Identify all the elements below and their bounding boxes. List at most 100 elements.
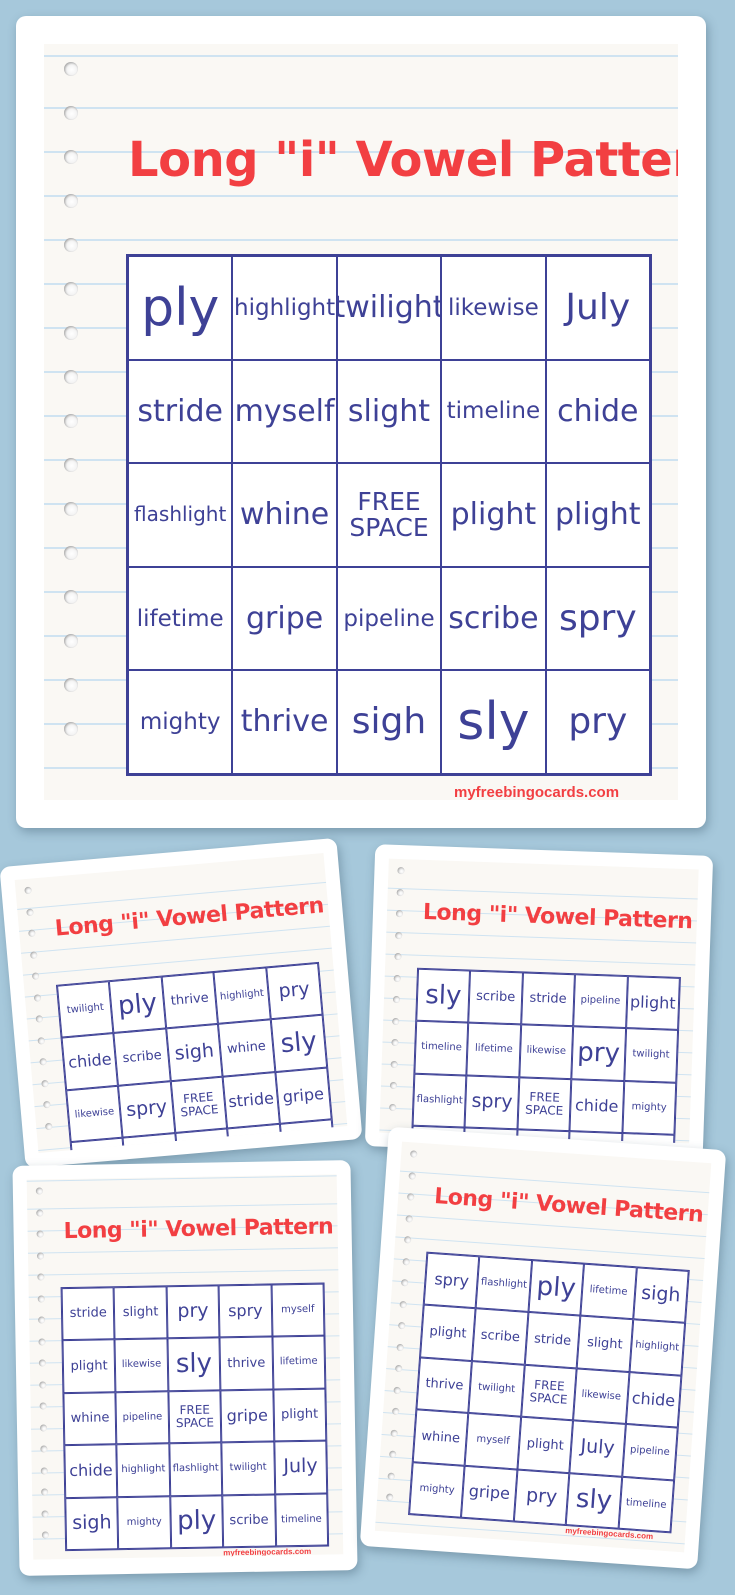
binder-hole-icon — [39, 1402, 47, 1410]
bingo-cell: whine — [218, 1019, 275, 1077]
binder-hole-icon — [39, 1057, 47, 1066]
binder-hole-icon — [390, 1060, 398, 1068]
binder-hole-icon — [393, 974, 401, 982]
binder-hole-icon — [64, 194, 78, 208]
bingo-cell: highlight — [232, 256, 337, 360]
bingo-cell: slight — [336, 359, 442, 464]
bingo-cell: flashlight — [412, 1073, 467, 1128]
bingo-cell: chide — [545, 359, 650, 464]
bingo-cell: likewise — [66, 1085, 123, 1143]
lined-paper: Long "i" Vowel Pattern twilight ply thrive… — [14, 853, 348, 1153]
bingo-cell: spry — [423, 1252, 480, 1309]
bingo-cell: ply — [528, 1260, 585, 1316]
bingo-cell: flashlight — [475, 1256, 532, 1313]
bingo-cell: pipeline — [115, 1391, 170, 1445]
free-space-cell: FREE SPACE — [170, 1076, 228, 1134]
binder-hole-icon — [64, 502, 78, 516]
bingo-cell: likewise — [114, 1338, 169, 1393]
binder-hole-icon — [392, 995, 401, 1004]
bingo-cell: stride — [61, 1287, 115, 1341]
binder-hole-icon — [37, 1273, 45, 1281]
binder-hole-icon — [400, 1278, 409, 1287]
binder-hole-icon — [408, 1171, 416, 1180]
binder-hole-icon — [393, 1386, 401, 1394]
bingo-cell: twilight — [623, 1028, 679, 1083]
bingo-cell: sly — [416, 968, 471, 1023]
lined-paper: Long "i" Vowel Pattern ply highlight twili… — [44, 44, 678, 800]
bingo-cell: spry — [118, 1081, 176, 1138]
bingo-cell: timeline — [227, 1124, 285, 1153]
binder-hole-icon — [36, 1208, 44, 1217]
binder-hole-icon — [409, 1150, 418, 1158]
binder-hole-icon — [39, 1423, 48, 1432]
bingo-cell: July — [273, 1440, 328, 1495]
binder-hole-icon — [399, 1300, 407, 1308]
preview-card-2[interactable]: Long "i" Vowel Pattern sly scribe stride pi… — [364, 844, 714, 1158]
bingo-cell: ply — [170, 1494, 224, 1549]
bingo-cell: ply — [109, 976, 166, 1034]
binder-hole-icon — [395, 909, 404, 918]
bingo-cell: scribe — [468, 970, 523, 1025]
bingo-cell: timeline — [414, 1021, 469, 1076]
binder-hole-icon — [392, 1017, 400, 1025]
bingo-cell: twilight — [336, 256, 442, 360]
binder-hole-icon — [41, 1509, 49, 1518]
preview-card-4[interactable]: Long "i" Vowel Pattern spry flashlight ply… — [359, 1126, 727, 1570]
bingo-cell: sigh — [632, 1267, 689, 1324]
bingo-cell: whine — [232, 463, 337, 567]
bingo-cell: July — [545, 256, 650, 360]
bingo-cell: plight — [441, 463, 546, 567]
bingo-cell: pry — [571, 1026, 626, 1081]
binder-hole-icon — [24, 886, 32, 895]
binder-hole-icon — [29, 950, 38, 959]
bingo-cell: timeline — [441, 359, 546, 464]
binder-hole-icon — [389, 1081, 398, 1090]
binder-hole-icon — [35, 1187, 43, 1195]
binder-hole-icon — [64, 62, 78, 76]
binder-holes — [15, 853, 324, 880]
bingo-cell: chide — [64, 1444, 118, 1498]
bingo-cell: chide — [569, 1078, 624, 1134]
binder-hole-icon — [38, 1359, 46, 1367]
bingo-cell: gripe — [232, 566, 337, 671]
bingo-cell: stride — [520, 972, 576, 1027]
bingo-cell: gripe — [220, 1389, 274, 1443]
bingo-grid: ply highlight twilight likewise July stride my… — [126, 254, 652, 776]
binder-hole-icon — [36, 1230, 44, 1238]
bingo-cell: myself — [232, 359, 337, 464]
binder-hole-icon — [38, 1316, 46, 1324]
binder-hole-icon — [43, 1100, 51, 1109]
binder-hole-icon — [64, 414, 78, 428]
bingo-cell: plight — [545, 463, 650, 567]
bingo-cell: lifetime — [580, 1263, 637, 1320]
binder-hole-icon — [64, 546, 78, 560]
bingo-cell: highlight — [213, 967, 271, 1025]
bingo-cell: spry — [218, 1284, 273, 1338]
bingo-cell: twilight — [221, 1441, 275, 1495]
bingo-cell: pry — [265, 962, 323, 1020]
site-credit: myfreebingocards.com — [454, 784, 620, 800]
preview-card-3[interactable]: Long "i" Vowel Pattern stride slight pry sp… — [12, 1160, 358, 1576]
bingo-cell: plight — [62, 1339, 116, 1393]
bingo-cell: myself — [271, 1283, 325, 1337]
bingo-cell: sly — [167, 1337, 221, 1392]
binder-hole-icon — [385, 1493, 394, 1501]
bingo-cell: scribe — [113, 1028, 171, 1086]
free-space-cell: FREE SPACE — [336, 463, 442, 567]
bingo-grid: twilight ply thrive highlight pry chide scribe… — [55, 961, 342, 1153]
bingo-cell: lifetime — [175, 1128, 232, 1153]
binder-hole-icon — [394, 952, 402, 961]
binder-hole-icon — [35, 1015, 44, 1023]
bingo-cell: thrive — [232, 670, 337, 774]
lined-paper: Long "i" Vowel Pattern stride slight pry sp… — [26, 1174, 344, 1560]
binder-hole-icon — [397, 866, 405, 875]
bingo-cell: highlight — [629, 1319, 686, 1376]
preview-card-1[interactable]: Long "i" Vowel Pattern twilight ply thrive… — [0, 837, 363, 1169]
bingo-cell: pry — [513, 1469, 570, 1526]
bingo-cell: timeline — [618, 1476, 675, 1533]
bingo-cell: flashlight — [128, 463, 233, 567]
binder-hole-icon — [36, 1251, 45, 1260]
bingo-cell: likewise — [573, 1368, 630, 1425]
bingo-cell: pipeline — [336, 566, 442, 671]
bingo-cell: spry — [545, 566, 650, 671]
